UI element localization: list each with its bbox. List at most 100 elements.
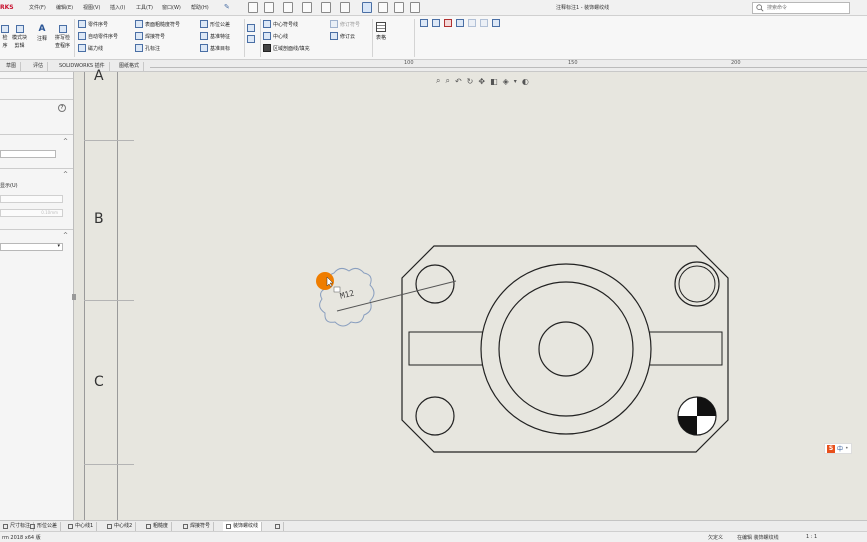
auto-balloon-button[interactable]: 自动零件序号 bbox=[78, 32, 118, 40]
ribbon-separator bbox=[74, 19, 75, 57]
tab-centerline-2[interactable]: 中心线2 bbox=[104, 522, 137, 531]
pan-icon[interactable]: ✥ bbox=[478, 77, 485, 86]
ruler-label: 200 bbox=[731, 60, 741, 66]
ime-indicator[interactable]: S 中 • bbox=[824, 443, 852, 454]
file-properties-icon[interactable] bbox=[394, 2, 404, 13]
new-document-icon[interactable] bbox=[264, 2, 274, 13]
layer-properties-icon[interactable] bbox=[432, 19, 440, 27]
tab-weld-symbol[interactable]: 焊接符号 bbox=[180, 522, 215, 531]
disabled-dropdown[interactable] bbox=[0, 195, 63, 203]
display-style-icon[interactable]: ▾ bbox=[514, 78, 517, 85]
zoom-to-area-icon[interactable]: ⌕ bbox=[445, 76, 449, 86]
spell-check-icon bbox=[58, 25, 67, 33]
bottom-sheet-tabs: 尺寸标注 形位公差 中心线1 中心线2 粗糙度 焊接符号 装饰螺纹线 bbox=[0, 520, 867, 531]
menu-tools[interactable]: 工具(T) bbox=[136, 4, 153, 11]
table-button[interactable]: 表格 bbox=[376, 22, 386, 41]
line-style-icon[interactable] bbox=[468, 19, 476, 27]
format-painter-icon bbox=[15, 25, 24, 33]
thread-inner-circle bbox=[678, 265, 716, 303]
panel-collapse-handle[interactable] bbox=[72, 294, 76, 300]
help-icon[interactable]: ? bbox=[58, 104, 66, 112]
collapse-icon[interactable]: ^ bbox=[63, 232, 68, 239]
centerline-icon bbox=[263, 32, 271, 40]
zone-divider bbox=[84, 300, 134, 301]
rotate-view-icon[interactable]: ↻ bbox=[467, 77, 474, 86]
ribbon-separator bbox=[414, 19, 415, 57]
spell-check-button[interactable]: 拼写检 查程序 bbox=[55, 25, 70, 49]
balloon-button[interactable]: 零件序号 bbox=[78, 20, 118, 28]
line-thickness-icon[interactable] bbox=[456, 19, 464, 27]
tab-evaluate[interactable]: 评估 bbox=[29, 62, 49, 71]
hide-edge-icon[interactable] bbox=[480, 19, 488, 27]
zone-divider bbox=[84, 140, 134, 141]
hide-show-icon[interactable]: ◐ bbox=[522, 77, 529, 86]
previous-view-icon[interactable]: ↶ bbox=[455, 77, 462, 86]
menu-file[interactable]: 文件(F) bbox=[29, 4, 46, 11]
block-button[interactable] bbox=[247, 24, 255, 43]
home-icon[interactable] bbox=[248, 2, 258, 13]
color-display-icon[interactable] bbox=[492, 19, 500, 27]
ribbon-separator bbox=[260, 19, 261, 57]
view-orientation-icon[interactable]: ◈ bbox=[503, 77, 509, 86]
check-order-button[interactable]: 检 序 bbox=[1, 25, 9, 49]
revision-symbol-button[interactable]: 修订符号 bbox=[330, 20, 360, 28]
add-sheet-tab[interactable] bbox=[272, 522, 284, 531]
tab-sketch[interactable]: 草图 bbox=[2, 62, 22, 71]
weld-symbol-icon bbox=[135, 32, 143, 40]
tab-cosmetic-thread[interactable]: 装饰螺纹线 bbox=[223, 522, 263, 531]
pin-icon[interactable]: ✎ bbox=[224, 3, 230, 11]
panel-divider bbox=[0, 168, 73, 169]
surface-finish-button[interactable]: 表面粗糙度符号 bbox=[135, 20, 180, 28]
menu-help[interactable]: 帮助(H) bbox=[191, 4, 209, 11]
print-icon[interactable] bbox=[321, 2, 331, 13]
magnetic-line-button[interactable]: 磁力线 bbox=[78, 44, 118, 52]
datum-feature-button[interactable]: 基准特征 bbox=[200, 32, 230, 40]
center-mark-button[interactable]: 中心符号线 bbox=[263, 20, 310, 28]
balloon-icon bbox=[78, 20, 86, 28]
collapse-icon[interactable]: ^ bbox=[63, 171, 68, 178]
layer-dropdown[interactable]: ▾ bbox=[0, 243, 63, 251]
zoom-to-fit-icon[interactable]: ⌕ bbox=[436, 76, 440, 86]
menu-edit[interactable]: 编辑(E) bbox=[56, 4, 73, 11]
note-button[interactable]: A 注释 bbox=[37, 25, 47, 43]
hole-callout-button[interactable]: 孔标注 bbox=[135, 44, 180, 52]
menu-view[interactable]: 视图(V) bbox=[83, 4, 100, 11]
format-painter-button[interactable]: 模式块 剪辑 bbox=[12, 25, 27, 49]
top-ruler bbox=[150, 63, 867, 68]
search-input[interactable]: 搜索命令 bbox=[752, 2, 850, 14]
ruler-label: 150 bbox=[568, 60, 578, 66]
tab-centerline-1[interactable]: 中心线1 bbox=[65, 522, 98, 531]
collapse-icon[interactable]: ^ bbox=[63, 138, 68, 145]
block-insert-icon bbox=[247, 35, 255, 43]
display-option-label: 显示(U) bbox=[0, 183, 18, 189]
tab-roughness[interactable]: 粗糙度 bbox=[143, 522, 173, 531]
options-icon[interactable] bbox=[410, 2, 420, 13]
centerline-button[interactable]: 中心线 bbox=[263, 32, 310, 40]
drawing-sheet[interactable]: A B C ⌕ ⌕ ↶ ↻ ✥ ◧ ◈ ▾ ◐ M12 S 中 • bbox=[84, 68, 867, 520]
sheet-scale[interactable]: 1 : 1 bbox=[806, 534, 817, 540]
geometric-tolerance-button[interactable]: 形位公差 bbox=[200, 20, 230, 28]
weld-symbol-button[interactable]: 焊接符号 bbox=[135, 32, 180, 40]
tab-geometric-tolerance[interactable]: 形位公差 bbox=[27, 522, 62, 531]
disabled-value-field[interactable]: 0.10mm bbox=[0, 209, 63, 217]
add-sheet-icon bbox=[275, 524, 280, 529]
save-icon[interactable] bbox=[302, 2, 312, 13]
section-view-icon[interactable]: ◧ bbox=[490, 77, 498, 86]
datum-feature-icon bbox=[200, 32, 208, 40]
rebuild-icon[interactable] bbox=[378, 2, 388, 13]
ribbon-group-b: 表面粗糙度符号 焊接符号 孔标注 bbox=[135, 20, 180, 52]
area-hatch-button[interactable]: 区域剖面线/填充 bbox=[263, 44, 310, 52]
select-icon[interactable] bbox=[362, 2, 372, 13]
text-field[interactable] bbox=[0, 150, 56, 158]
tab-sheet-format[interactable]: 图纸格式 bbox=[115, 62, 145, 71]
sheet-icon bbox=[68, 524, 73, 529]
zone-label: C bbox=[94, 374, 104, 390]
line-color-icon[interactable] bbox=[444, 19, 452, 27]
layer-icon[interactable] bbox=[420, 19, 428, 27]
open-icon[interactable] bbox=[283, 2, 293, 13]
menu-window[interactable]: 窗口(W) bbox=[162, 4, 181, 11]
undo-icon[interactable] bbox=[340, 2, 350, 13]
datum-target-button[interactable]: 基准目标 bbox=[200, 44, 230, 52]
revision-cloud-button[interactable]: 修订云 bbox=[330, 32, 360, 40]
menu-insert[interactable]: 插入(I) bbox=[110, 4, 125, 11]
